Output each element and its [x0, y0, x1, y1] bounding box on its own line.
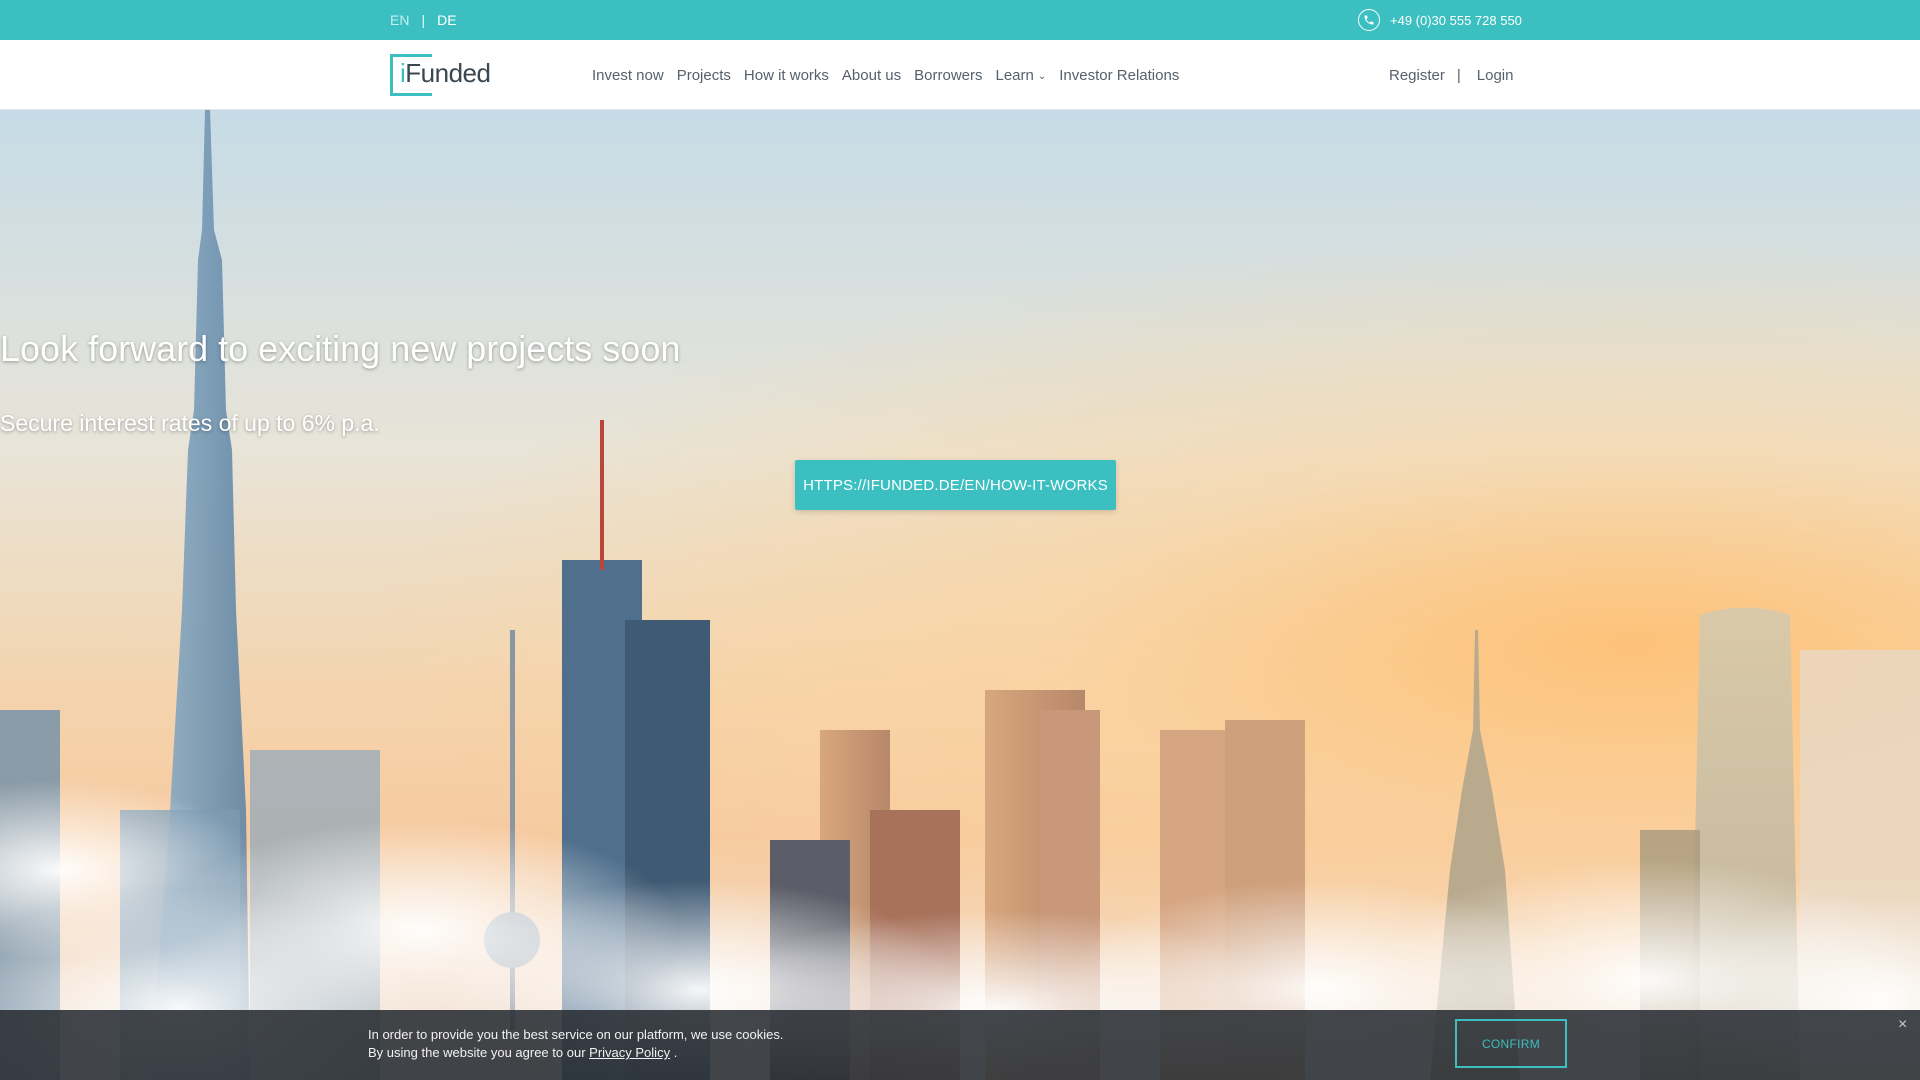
- nav-about-us[interactable]: About us: [842, 67, 901, 84]
- register-link[interactable]: Register: [1389, 67, 1445, 84]
- lang-separator: |: [421, 12, 426, 28]
- cookie-line-2-prefix: By using the website you agree to our: [368, 1045, 586, 1060]
- city-skyline-image: [0, 110, 1920, 1080]
- phone-contact[interactable]: +49 (0)30 555 728 550: [1358, 0, 1522, 40]
- phone-icon: [1358, 9, 1380, 31]
- primary-nav: Invest now Projects How it works About u…: [592, 40, 1179, 110]
- hero-subtitle: Secure interest rates of up to 6% p.a.: [0, 410, 380, 436]
- hero-title: Look forward to exciting new projects so…: [0, 328, 681, 369]
- logo-text-rest: Funded: [405, 58, 491, 88]
- nav-borrowers[interactable]: Borrowers: [914, 67, 982, 84]
- top-bar: EN | DE +49 (0)30 555 728 550: [0, 0, 1920, 40]
- cookie-line-1: In order to provide you the best service…: [368, 1027, 784, 1042]
- cookie-message: In order to provide you the best service…: [368, 1026, 784, 1062]
- nav-learn-dropdown[interactable]: Learn ⌄: [996, 67, 1047, 84]
- chevron-down-icon: ⌄: [1037, 70, 1047, 82]
- nav-investor-relations[interactable]: Investor Relations: [1059, 67, 1179, 84]
- logo-text: iFunded: [400, 58, 491, 89]
- nav-projects[interactable]: Projects: [677, 67, 731, 84]
- cookie-banner: In order to provide you the best service…: [0, 1010, 1920, 1080]
- lang-de-link[interactable]: DE: [437, 12, 456, 28]
- login-link[interactable]: Login: [1477, 67, 1514, 84]
- cookie-line-2-suffix: .: [673, 1045, 678, 1060]
- privacy-policy-link[interactable]: Privacy Policy: [589, 1045, 670, 1060]
- language-switcher: EN | DE: [390, 0, 457, 40]
- close-icon[interactable]: ×: [1898, 1016, 1907, 1034]
- auth-links: Register | Login: [1389, 40, 1513, 110]
- nav-invest-now[interactable]: Invest now: [592, 67, 664, 84]
- hero-section: Look forward to exciting new projects so…: [0, 110, 1920, 1080]
- main-navbar: iFunded Invest now Projects How it works…: [0, 40, 1920, 110]
- ifunded-logo[interactable]: iFunded: [390, 54, 491, 96]
- nav-how-it-works[interactable]: How it works: [744, 67, 829, 84]
- auth-separator: |: [1456, 66, 1461, 84]
- how-it-works-button[interactable]: HTTPS://IFUNDED.DE/EN/HOW-IT-WORKS: [795, 460, 1116, 510]
- cookie-line-2: By using the website you agree to our Pr…: [368, 1044, 784, 1062]
- cookie-confirm-button[interactable]: CONFIRM: [1455, 1019, 1567, 1068]
- nav-learn-label: Learn: [995, 66, 1034, 84]
- lang-en-link[interactable]: EN: [390, 12, 409, 28]
- phone-number: +49 (0)30 555 728 550: [1390, 12, 1522, 28]
